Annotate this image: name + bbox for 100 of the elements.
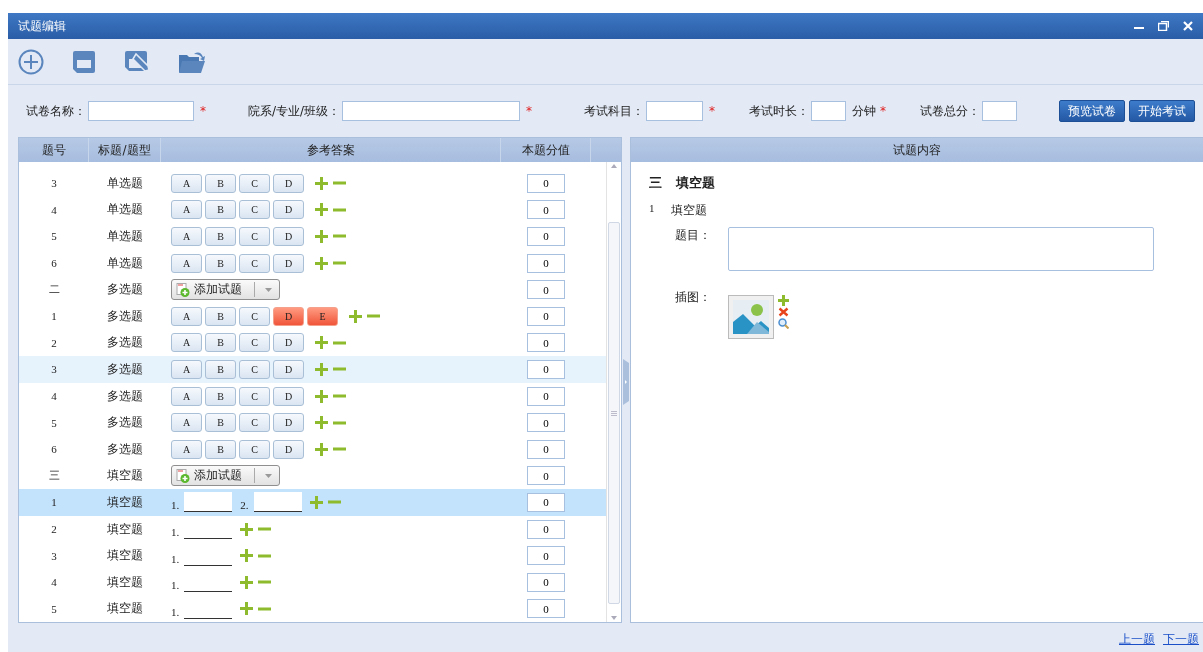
text-field[interactable] (88, 101, 194, 121)
score-field[interactable]: 0 (527, 546, 565, 566)
table-row[interactable]: 5 填空题 1. 0 (19, 595, 606, 622)
score-field[interactable]: 0 (527, 280, 565, 300)
score-field[interactable]: 0 (527, 599, 565, 619)
plus-icon[interactable] (240, 522, 254, 536)
option-button[interactable]: A (171, 413, 202, 433)
option-button[interactable]: B (205, 439, 236, 459)
option-button[interactable]: C (239, 386, 270, 406)
score-field[interactable]: 0 (527, 306, 565, 326)
option-button[interactable]: D (273, 173, 304, 193)
minus-icon[interactable] (333, 340, 346, 345)
table-row[interactable]: 5 多选题 A B C D 0 (19, 409, 606, 436)
plus-icon[interactable] (315, 389, 328, 403)
table-row[interactable]: 三 填空题 添加试题 0 (19, 462, 606, 490)
table-row[interactable]: 5 单选题 A B C D 0 (19, 223, 606, 250)
restore-icon[interactable] (1158, 21, 1169, 31)
option-button[interactable]: C (239, 439, 270, 459)
option-button[interactable]: A (171, 227, 202, 246)
edit-document-icon[interactable] (124, 49, 150, 74)
score-field[interactable]: 0 (527, 359, 565, 379)
minus-icon[interactable] (258, 527, 272, 531)
score-field[interactable]: 0 (527, 253, 565, 273)
delete-icon[interactable] (778, 307, 789, 317)
table-row[interactable]: 6 单选题 A B C D 0 (19, 249, 606, 277)
option-button[interactable]: C (239, 173, 270, 193)
option-button[interactable]: D (273, 359, 304, 379)
option-button[interactable]: B (205, 200, 236, 220)
score-field[interactable]: 0 (527, 333, 565, 353)
option-button[interactable]: A (171, 439, 202, 459)
table-row[interactable]: 3 单选题 A B C D 0 (19, 170, 606, 197)
option-button[interactable]: C (239, 227, 270, 246)
nav-link[interactable]: 上一题 (1119, 630, 1155, 648)
option-button[interactable]: B (205, 413, 236, 433)
table-row[interactable]: 1 填空题 1. 2. 0 (19, 489, 606, 516)
toolbar-button[interactable]: 开始考试 (1129, 100, 1195, 122)
option-button[interactable]: D (273, 227, 304, 246)
minus-icon[interactable] (327, 500, 341, 505)
plus-icon[interactable] (315, 203, 328, 217)
minus-icon[interactable] (333, 447, 346, 452)
zoom-icon[interactable] (778, 318, 789, 329)
option-button[interactable]: A (171, 359, 202, 379)
option-button[interactable]: C (239, 306, 270, 326)
option-button[interactable]: C (239, 413, 270, 433)
option-button[interactable]: D (273, 253, 304, 273)
table-row[interactable]: 二 多选题 添加试题 0 (19, 276, 606, 303)
plus-icon[interactable] (240, 575, 254, 589)
option-button[interactable]: C (239, 200, 270, 220)
score-field[interactable]: 0 (527, 227, 565, 246)
option-button[interactable]: B (205, 253, 236, 273)
option-button[interactable]: B (205, 173, 236, 193)
add-circle-icon[interactable] (18, 48, 44, 75)
score-field[interactable]: 0 (527, 572, 565, 592)
option-button[interactable]: E (307, 306, 338, 326)
minus-icon[interactable] (258, 553, 272, 558)
score-field[interactable]: 0 (527, 386, 565, 406)
option-button[interactable]: A (171, 173, 202, 193)
plus-icon[interactable] (315, 336, 328, 350)
plus-icon[interactable] (240, 602, 254, 616)
plus-icon[interactable] (315, 176, 328, 190)
toolbar-button[interactable]: 预览试卷 (1059, 100, 1125, 122)
table-row[interactable]: 3 多选题 A B C D 0 (19, 356, 606, 383)
table-row[interactable]: 3 填空题 1. 0 (19, 542, 606, 569)
option-button[interactable]: B (205, 227, 236, 246)
score-field[interactable]: 0 (527, 466, 565, 486)
option-button[interactable]: D (273, 333, 304, 353)
score-field[interactable]: 0 (527, 173, 565, 193)
table-row[interactable]: 4 填空题 1. 0 (19, 568, 606, 596)
table-row[interactable]: 2 多选题 A B C D 0 (19, 329, 606, 357)
option-button[interactable]: A (171, 306, 202, 326)
option-button[interactable]: D (273, 306, 304, 326)
text-field[interactable] (646, 101, 704, 121)
table-row[interactable]: 4 多选题 A B C D 0 (19, 382, 606, 410)
plus-icon[interactable] (240, 549, 254, 563)
score-field[interactable]: 0 (527, 519, 565, 539)
add-question-button[interactable]: 添加试题 (171, 279, 280, 301)
question-stem-field[interactable] (728, 227, 1154, 271)
plus-icon[interactable] (315, 442, 328, 456)
table-row[interactable]: 4 单选题 A B C D 0 (19, 196, 606, 224)
option-button[interactable]: D (273, 200, 304, 220)
option-button[interactable]: B (205, 333, 236, 353)
table-row[interactable]: 1 多选题 A B C D E 0 (19, 302, 606, 330)
table-row[interactable]: 6 多选题 A B C D 0 (19, 435, 606, 463)
option-button[interactable]: B (205, 359, 236, 379)
minus-icon[interactable] (333, 394, 346, 399)
text-field[interactable] (811, 101, 847, 121)
image-placeholder[interactable] (728, 295, 774, 339)
collapse-handle-icon[interactable] (623, 358, 629, 405)
minus-icon[interactable] (333, 181, 346, 186)
plus-icon[interactable] (315, 256, 328, 270)
save-icon[interactable] (72, 49, 96, 74)
scrollbar-thumb[interactable] (608, 222, 620, 604)
score-field[interactable]: 0 (527, 492, 565, 512)
option-button[interactable]: C (239, 333, 270, 353)
scroll-down-icon[interactable] (610, 614, 618, 622)
plus-icon[interactable] (309, 495, 323, 509)
minus-icon[interactable] (333, 420, 346, 425)
score-field[interactable]: 0 (527, 200, 565, 220)
plus-icon[interactable] (315, 416, 328, 430)
plus-icon[interactable] (315, 362, 328, 376)
